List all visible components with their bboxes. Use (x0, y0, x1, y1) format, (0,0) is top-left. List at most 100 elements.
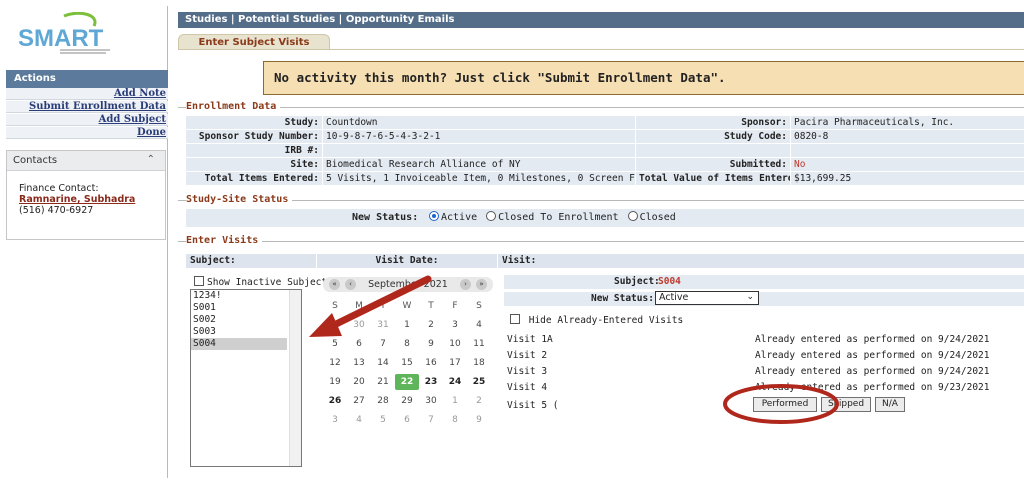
calendar-day[interactable]: 2 (419, 317, 443, 333)
calendar-day[interactable]: 1 (395, 317, 419, 333)
calendar-day[interactable]: 12 (323, 355, 347, 371)
calendar-day[interactable]: 20 (347, 374, 371, 390)
enrollment-row: Sponsor Study Number: 10-9-8-7-6-5-4-3-2… (186, 130, 1024, 144)
main-panel: Studies | Potential Studies | Opportunit… (178, 12, 1024, 478)
list-item[interactable]: S002 (191, 314, 287, 326)
calendar-day[interactable]: 14 (371, 355, 395, 371)
chevron-up-icon[interactable]: ⌃ (147, 154, 155, 165)
next-year-icon[interactable]: » (476, 279, 487, 290)
calendar-day[interactable]: 9 (467, 412, 491, 428)
calendar-day-of-week: T (380, 301, 386, 311)
calendar-day[interactable]: 31 (371, 317, 395, 333)
calendar-day[interactable]: 24 (443, 374, 467, 390)
add-note-link[interactable]: Add Note (6, 88, 168, 100)
calendar-day[interactable]: 29 (395, 393, 419, 409)
enrollment-section-title: Enrollment Data (186, 101, 281, 112)
calendar-day[interactable]: 27 (347, 393, 371, 409)
visit-row-status: Already entered as performed on 9/24/202… (755, 334, 990, 345)
skipped-button[interactable]: Skipped (821, 397, 871, 412)
calendar-day[interactable]: 1 (443, 393, 467, 409)
list-item[interactable]: S003 (191, 326, 287, 338)
calendar-day[interactable]: 2 (467, 393, 491, 409)
divider (178, 241, 1024, 242)
calendar-day[interactable]: 29 (323, 317, 347, 333)
add-subject-link[interactable]: Add Subject (6, 114, 168, 126)
show-inactive-checkbox[interactable] (194, 276, 204, 286)
calendar-day[interactable]: 6 (347, 336, 371, 352)
calendar-day[interactable]: 4 (347, 412, 371, 428)
calendar-day[interactable]: 15 (395, 355, 419, 371)
calendar-day[interactable]: 4 (467, 317, 491, 333)
site-label: Site: (186, 158, 322, 171)
list-item[interactable]: S004 (191, 338, 287, 350)
notice-banner: No activity this month? Just click "Subm… (263, 61, 1024, 95)
calendar-day-of-week: S (476, 301, 482, 311)
radio-active[interactable] (429, 211, 439, 221)
calendar-day[interactable]: 17 (443, 355, 467, 371)
calendar-day[interactable]: 7 (371, 336, 395, 352)
radio-closed-to-enrollment[interactable] (486, 211, 497, 221)
calendar-day[interactable]: 26 (323, 393, 347, 409)
calendar-day-of-week: F (452, 301, 458, 311)
tab-enter-subject-visits[interactable]: Enter Subject Visits (178, 34, 330, 50)
calendar-day[interactable]: 5 (323, 336, 347, 352)
calendar-day-of-week: W (402, 301, 412, 311)
finance-contact-phone: (516) 470-6927 (19, 205, 94, 216)
calendar-day[interactable]: 19 (323, 374, 347, 390)
smart-logo: SMART (18, 12, 110, 54)
calendar-day[interactable]: 8 (395, 336, 419, 352)
study-site-status-row: New Status: Active Closed To Enrollment … (186, 209, 1024, 227)
site-value: Biomedical Research Alliance of NY (323, 158, 635, 171)
calendar-day[interactable]: 9 (419, 336, 443, 352)
calendar-day[interactable]: 3 (323, 412, 347, 428)
calendar-day[interactable]: 13 (347, 355, 371, 371)
subject-listbox[interactable]: 1234! S001 S002 S003 S004 (190, 289, 302, 467)
done-link[interactable]: Done (6, 127, 168, 139)
visit-status-select[interactable]: Active ⌄ (655, 291, 759, 305)
calendar-day[interactable]: 30 (419, 393, 443, 409)
calendar-day[interactable]: 16 (419, 355, 443, 371)
na-button[interactable]: N/A (875, 397, 905, 412)
visit-new-status-label: New Status: (591, 293, 654, 304)
empty-value (791, 144, 1024, 157)
calendar-day[interactable]: 28 (371, 393, 395, 409)
listbox-scrollbar[interactable] (289, 290, 301, 466)
calendar-day[interactable]: 18 (467, 355, 491, 371)
calendar-day[interactable]: 7 (419, 412, 443, 428)
performed-button[interactable]: Performed (753, 397, 817, 412)
visit-subject-label: Subject: (614, 276, 660, 287)
list-item[interactable]: 1234! (191, 290, 287, 302)
show-inactive-toggle[interactable]: Show Inactive Subjects (194, 276, 333, 289)
show-inactive-label: Show Inactive Subjects (207, 277, 333, 288)
finance-contact-name[interactable]: Ramnarine, Subhadra (19, 194, 165, 205)
visit-row-name: Visit 3 (507, 366, 548, 377)
calendar-day[interactable]: 11 (467, 336, 491, 352)
submit-enrollment-link[interactable]: Submit Enrollment Data (6, 101, 168, 113)
hide-entered-label: Hide Already-Entered Visits (528, 315, 684, 326)
calendar-day[interactable]: 8 (443, 412, 467, 428)
hide-entered-toggle[interactable]: Hide Already-Entered Visits (510, 314, 683, 327)
study-site-section-title: Study-Site Status (186, 194, 293, 205)
calendar-day[interactable]: 25 (467, 374, 491, 390)
subject-column-header: Subject: (186, 254, 316, 268)
calendar-day[interactable]: 5 (371, 412, 395, 428)
calendar-day[interactable]: 23 (419, 374, 443, 390)
calendar-day-today[interactable]: 22 (395, 374, 419, 390)
visit-row-status: Already entered as performed on 9/24/202… (755, 366, 990, 377)
contacts-header[interactable]: Contacts ⌃ (7, 151, 165, 171)
sponsor-label: Sponsor: (636, 116, 790, 129)
calendar-day[interactable]: 21 (371, 374, 395, 390)
calendar-day[interactable]: 10 (443, 336, 467, 352)
visit-date-calendar: « ‹ September 2021 › » S M T W T F S 29 30 31 1 2 3 4… (323, 277, 493, 439)
calendar-day[interactable]: 6 (395, 412, 419, 428)
hide-entered-checkbox[interactable] (510, 314, 520, 324)
visit-subject-strip (504, 275, 1024, 289)
contacts-title: Contacts (13, 155, 58, 166)
list-item[interactable]: S001 (191, 302, 287, 314)
next-month-icon[interactable]: › (460, 279, 471, 290)
calendar-day[interactable]: 3 (443, 317, 467, 333)
breadcrumb[interactable]: Studies | Potential Studies | Opportunit… (178, 12, 1024, 28)
calendar-day[interactable]: 30 (347, 317, 371, 333)
radio-closed[interactable] (627, 211, 638, 221)
radio-closed-label: Closed (639, 212, 676, 223)
